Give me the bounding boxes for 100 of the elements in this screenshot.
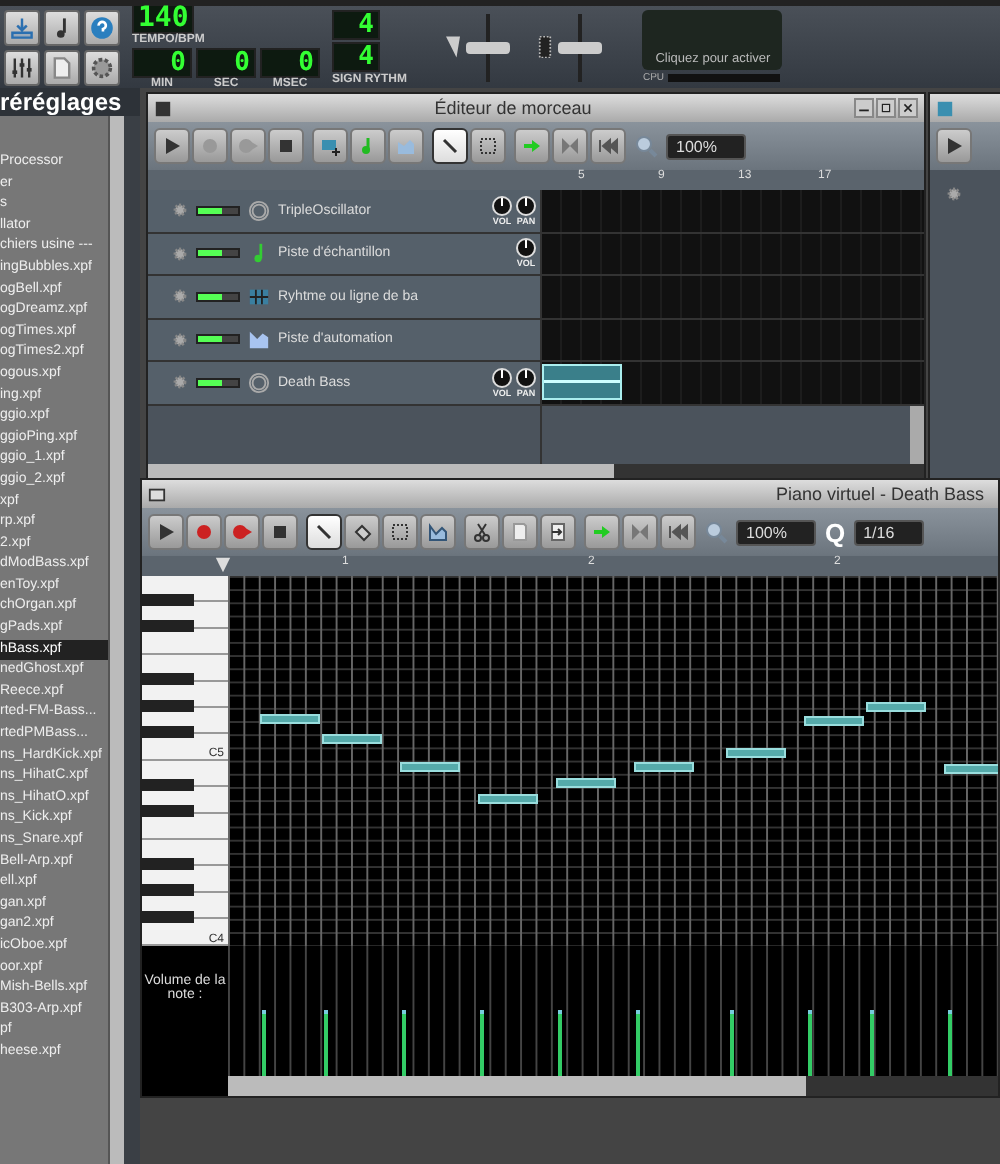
play-button[interactable] <box>154 128 190 164</box>
selection-icon <box>390 522 410 542</box>
rewind-button[interactable] <box>660 514 696 550</box>
scrollbar[interactable] <box>108 116 124 1164</box>
play-icon <box>162 136 182 156</box>
play-icon <box>156 522 176 542</box>
record-play-icon <box>232 522 252 542</box>
settings-button[interactable] <box>84 49 120 85</box>
scrollbar[interactable] <box>148 464 924 478</box>
arrow-icon <box>522 136 542 156</box>
knob[interactable] <box>516 238 536 259</box>
selection-icon <box>478 136 498 156</box>
loop-button[interactable] <box>622 514 658 550</box>
gear-icon[interactable] <box>172 288 188 305</box>
beat-grid-icon <box>320 136 340 156</box>
rewind-button[interactable] <box>590 128 626 164</box>
cut-button[interactable] <box>464 514 500 550</box>
song-button[interactable] <box>44 9 80 45</box>
mute-toggle[interactable] <box>196 334 240 345</box>
gear-icon[interactable] <box>172 245 188 262</box>
window-title: Piano virtuel - Death Bass <box>773 484 986 504</box>
window-icon <box>148 485 166 503</box>
paste-button[interactable] <box>540 514 576 550</box>
stop-button[interactable] <box>268 128 304 164</box>
stop-button[interactable] <box>262 514 298 550</box>
slider-handle[interactable] <box>466 41 511 53</box>
arrow-icon <box>592 522 612 542</box>
automation-icon <box>396 136 416 156</box>
minimize-button[interactable] <box>854 98 874 118</box>
record-icon <box>200 136 220 156</box>
erase-tool-button[interactable] <box>344 514 380 550</box>
signature-denominator[interactable]: 4 <box>332 41 380 71</box>
gear-icon[interactable] <box>946 186 962 202</box>
mute-toggle[interactable] <box>196 377 240 388</box>
knob[interactable] <box>492 367 512 388</box>
pencil-icon <box>440 136 460 156</box>
stop-icon <box>270 522 290 542</box>
gear-icon <box>90 55 114 79</box>
mute-toggle[interactable] <box>196 248 240 259</box>
notes-button[interactable] <box>44 49 80 85</box>
help-button[interactable] <box>84 9 120 45</box>
download-icon <box>10 15 34 39</box>
stop-icon <box>276 136 296 156</box>
paste-icon <box>548 522 568 542</box>
knob[interactable] <box>516 195 536 216</box>
document-icon <box>50 55 74 79</box>
sidebar-title: réréglages <box>0 88 140 116</box>
detune-tool-button[interactable] <box>420 514 456 550</box>
quantize-label: Q <box>824 517 846 547</box>
draw-tool-button[interactable] <box>432 128 468 164</box>
rewind-icon <box>668 522 688 542</box>
zoom-icon <box>634 134 658 158</box>
window-title: Éditeur de morceau <box>432 98 594 118</box>
mixer-button[interactable] <box>4 49 40 85</box>
record-button[interactable] <box>186 514 222 550</box>
automation-icon <box>428 522 448 542</box>
bowtie-icon <box>630 522 650 542</box>
close-button[interactable] <box>898 98 918 118</box>
mute-toggle[interactable] <box>196 205 240 216</box>
scrollbar[interactable] <box>910 405 924 464</box>
tempo-display[interactable]: 140 <box>132 4 195 34</box>
loop-button[interactable] <box>552 128 588 164</box>
knob[interactable] <box>516 367 536 388</box>
scrollbar[interactable] <box>228 1076 998 1096</box>
zoom-combo[interactable]: 100% <box>736 519 817 545</box>
rewind-icon <box>598 136 618 156</box>
automation-icon <box>248 328 270 351</box>
cpu-meter <box>668 74 781 82</box>
export-button[interactable] <box>4 9 40 45</box>
bowtie-icon <box>560 136 580 156</box>
copy-button[interactable] <box>502 514 538 550</box>
maximize-button[interactable] <box>876 98 896 118</box>
close-icon <box>902 102 914 114</box>
oscillator-icon <box>248 199 270 222</box>
gear-icon[interactable] <box>172 331 188 348</box>
gear-icon[interactable] <box>172 374 188 391</box>
draw-tool-button[interactable] <box>306 514 342 550</box>
zoom-combo[interactable]: 100% <box>666 133 747 159</box>
mixer-icon <box>10 55 34 79</box>
scissors-icon <box>472 522 492 542</box>
mute-toggle[interactable] <box>196 291 240 302</box>
maximize-icon <box>880 102 892 114</box>
quantize-combo[interactable]: 1/16 <box>853 519 925 545</box>
select-tool-button[interactable] <box>470 128 506 164</box>
record-play-button[interactable] <box>224 514 260 550</box>
window-icon <box>936 99 954 117</box>
volume-icon <box>446 36 461 58</box>
signature-numerator[interactable]: 4 <box>332 9 380 39</box>
knob[interactable] <box>492 195 512 216</box>
play-button[interactable] <box>148 514 184 550</box>
gear-icon[interactable] <box>172 202 188 219</box>
time-display: 0 <box>132 48 192 78</box>
pattern-clip[interactable] <box>542 364 622 400</box>
record-icon <box>194 522 214 542</box>
oscillator-icon <box>248 371 270 394</box>
play-button[interactable] <box>936 128 972 164</box>
select-tool-button[interactable] <box>382 514 418 550</box>
help-icon <box>90 15 114 39</box>
slider-handle[interactable] <box>558 41 603 53</box>
zoom-icon <box>704 520 728 544</box>
